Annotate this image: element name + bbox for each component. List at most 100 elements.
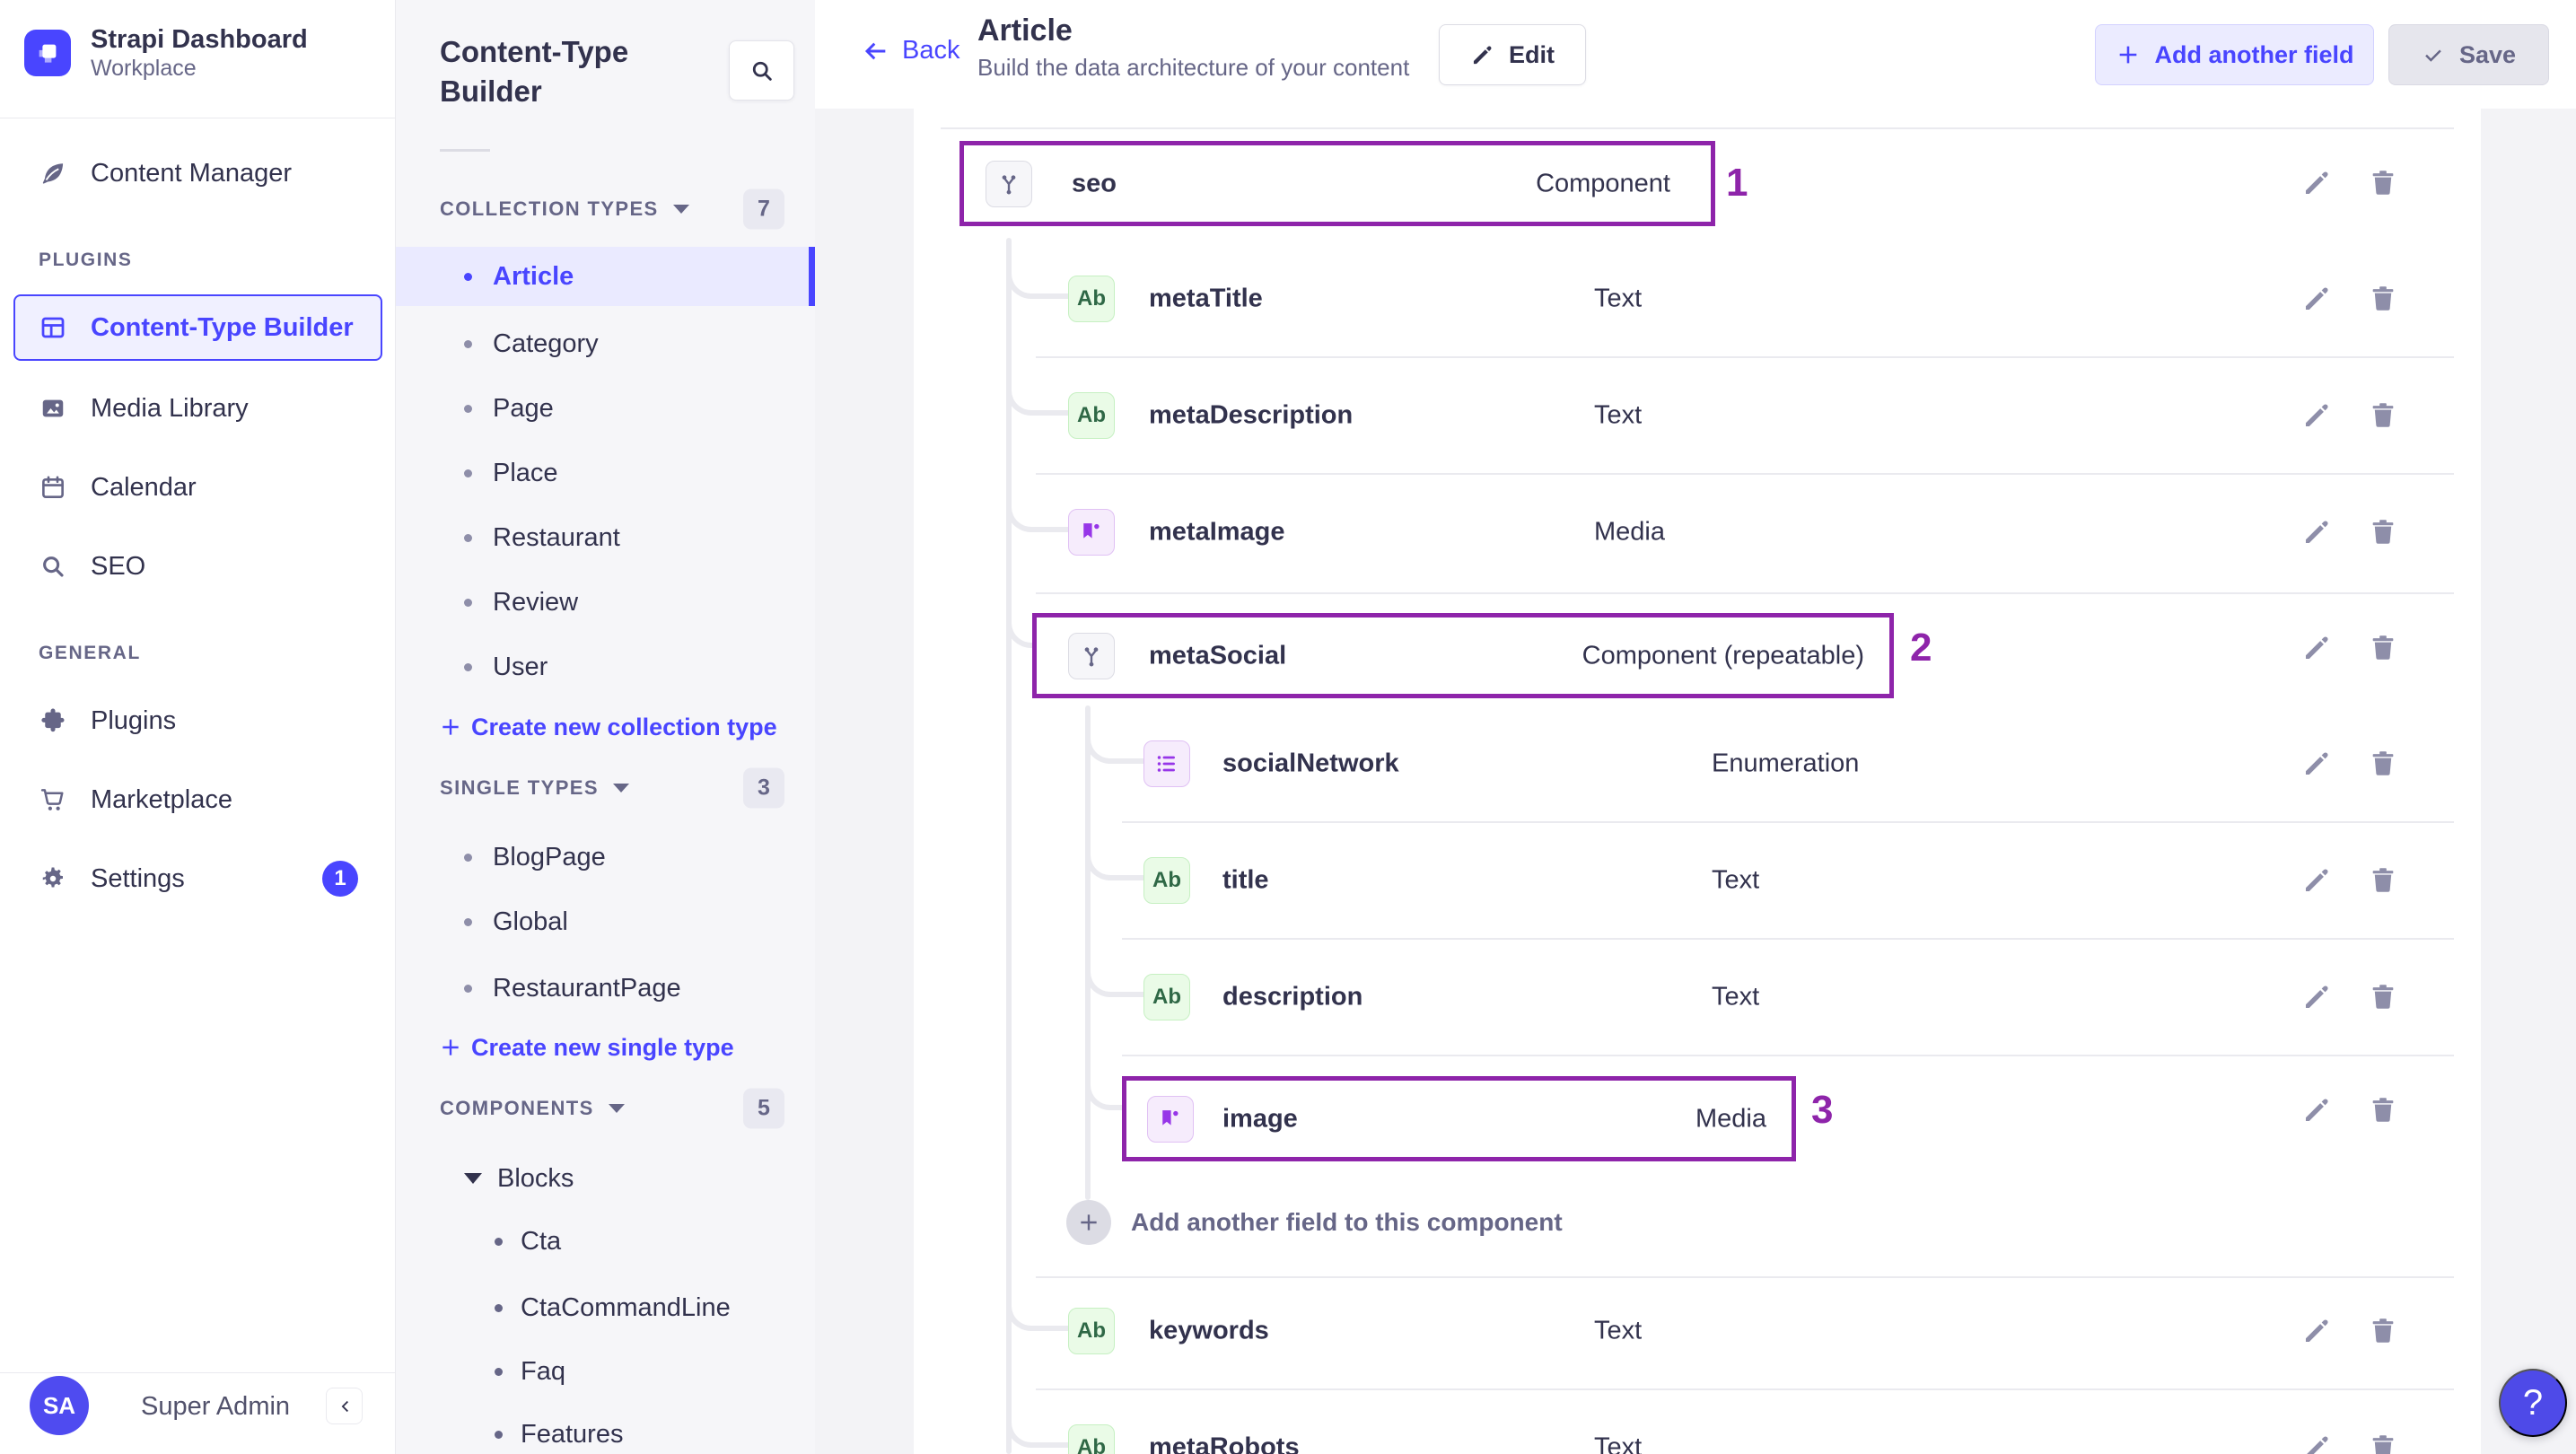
sidebar-item-cta[interactable]: Cta	[396, 1214, 815, 1268]
bullet-icon	[495, 1367, 503, 1376]
edit-field-button[interactable]	[2300, 1094, 2333, 1126]
component-group-blocks[interactable]: Blocks	[396, 1152, 815, 1205]
main-content: Back Article Build the data architecture…	[815, 0, 2576, 1454]
sidebar-item-plugins[interactable]: Plugins	[0, 689, 396, 752]
collapse-sidebar-button[interactable]	[326, 1388, 363, 1424]
sidebar-item-content-type-builder[interactable]: Content-Type Builder	[13, 294, 382, 361]
field-row-metaimage[interactable]: metaImage Media	[914, 474, 2481, 591]
sidebar-item-marketplace[interactable]: Marketplace	[0, 768, 396, 831]
help-button[interactable]: ?	[2499, 1369, 2567, 1437]
divider	[440, 149, 490, 152]
edit-field-button[interactable]	[2300, 283, 2333, 315]
sidebar-item-restaurantpage[interactable]: RestaurantPage	[396, 959, 815, 1018]
sidebar-item-seo[interactable]: SEO	[0, 535, 396, 598]
sidebar-item-calendar[interactable]: Calendar	[0, 456, 396, 519]
edit-field-button[interactable]	[2300, 748, 2333, 780]
sidebar-item-article[interactable]: Article	[396, 247, 815, 306]
component-icon	[986, 160, 1032, 207]
delete-field-button[interactable]	[2367, 516, 2399, 548]
sidebar-item-review[interactable]: Review	[396, 573, 815, 632]
edit-field-button[interactable]	[2300, 399, 2333, 432]
bullet-icon	[495, 1303, 503, 1312]
create-collection-type-link[interactable]: Create new collection type	[396, 700, 815, 754]
calendar-icon	[39, 473, 67, 502]
field-type: Text	[1712, 865, 1760, 895]
avatar[interactable]: SA	[30, 1376, 89, 1435]
field-row-metadescription[interactable]: Ab metaDescription Text	[914, 357, 2481, 474]
sidebar-item-features[interactable]: Features	[396, 1407, 815, 1454]
add-another-field-button[interactable]: Add another field	[2095, 24, 2374, 85]
bullet-icon	[464, 533, 472, 542]
field-type: Enumeration	[1712, 749, 1860, 778]
sidebar-item-restaurant[interactable]: Restaurant	[396, 508, 815, 567]
bullet-icon	[464, 339, 472, 348]
field-row-metatitle[interactable]: Ab metaTitle Text	[914, 241, 2481, 357]
sidebar-item-content-manager[interactable]: Content Manager	[0, 142, 396, 205]
delete-field-button[interactable]	[2367, 1094, 2399, 1126]
delete-field-button[interactable]	[2367, 632, 2399, 664]
sidebar-item-global[interactable]: Global	[396, 892, 815, 951]
strapi-logo-icon	[24, 30, 71, 76]
separator	[941, 127, 2454, 129]
collection-types-header[interactable]: COLLECTION TYPES	[440, 197, 689, 221]
row-actions	[2300, 1315, 2399, 1347]
components-header[interactable]: COMPONENTS	[440, 1097, 625, 1120]
delete-field-button[interactable]	[2367, 748, 2399, 780]
sidebar-item-settings[interactable]: Settings 1	[0, 847, 396, 910]
sidebar-item-place[interactable]: Place	[396, 443, 815, 503]
row-actions	[2300, 981, 2399, 1013]
sidebar-item-label: Marketplace	[91, 784, 232, 814]
text-field-icon: Ab	[1068, 1308, 1115, 1354]
save-button[interactable]: Save	[2388, 24, 2549, 85]
sidebar-item-media-library[interactable]: Media Library	[0, 377, 396, 440]
field-row-title[interactable]: Ab title Text	[914, 822, 2481, 939]
delete-field-button[interactable]	[2367, 399, 2399, 432]
sidebar-item-category[interactable]: Category	[396, 314, 815, 373]
delete-field-button[interactable]	[2367, 981, 2399, 1013]
row-actions	[2300, 864, 2399, 897]
row-actions	[2300, 399, 2399, 432]
sidebar-item-label: Content Manager	[91, 158, 293, 188]
general-section-header: GENERAL	[39, 643, 141, 663]
edit-field-button[interactable]	[2300, 632, 2333, 664]
field-row-metarobots[interactable]: Ab metaRobots Text	[914, 1389, 2481, 1454]
delete-field-button[interactable]	[2367, 1432, 2399, 1454]
sidebar-item-faq[interactable]: Faq	[396, 1345, 815, 1398]
edit-field-button[interactable]	[2300, 981, 2333, 1013]
field-row-keywords[interactable]: Ab keywords Text	[914, 1273, 2481, 1389]
delete-field-button[interactable]	[2367, 864, 2399, 897]
field-row-seo[interactable]: seo Component	[959, 141, 1715, 226]
create-single-type-link[interactable]: Create new single type	[396, 1020, 815, 1074]
delete-field-button[interactable]	[2367, 167, 2399, 199]
divider	[0, 1372, 396, 1373]
field-row-description[interactable]: Ab description Text	[914, 939, 2481, 1055]
search-button[interactable]	[729, 40, 794, 101]
field-row-metasocial[interactable]: metaSocial Component (repeatable)	[1032, 613, 1894, 698]
enumeration-field-icon	[1143, 740, 1190, 787]
back-link[interactable]: Back	[861, 36, 959, 66]
add-field-to-component-button[interactable]: Add another field to this component	[914, 1187, 2170, 1258]
delete-field-button[interactable]	[2367, 1315, 2399, 1347]
edit-field-button[interactable]	[2300, 1432, 2333, 1454]
single-types-header[interactable]: SINGLE TYPES	[440, 776, 629, 800]
field-type: Text	[1712, 982, 1760, 1012]
edit-field-button[interactable]	[2300, 1315, 2333, 1347]
field-row-socialnetwork[interactable]: socialNetwork Enumeration	[914, 705, 2481, 822]
sidebar-item-blogpage[interactable]: BlogPage	[396, 828, 815, 887]
sidebar-item-user[interactable]: User	[396, 637, 815, 696]
sidebar-item-ctacommandline[interactable]: CtaCommandLine	[396, 1281, 815, 1335]
edit-field-button[interactable]	[2300, 167, 2333, 199]
field-row-image[interactable]: image Media	[1122, 1076, 1796, 1161]
edit-field-button[interactable]	[2300, 864, 2333, 897]
field-name: image	[1222, 1104, 1298, 1133]
components-section: COMPONENTS 5	[396, 1087, 815, 1130]
sidebar-item-page[interactable]: Page	[396, 379, 815, 438]
plugins-section-header: PLUGINS	[39, 250, 133, 270]
delete-field-button[interactable]	[2367, 283, 2399, 315]
workspace-switcher[interactable]: Strapi Dashboard Workplace	[24, 24, 308, 82]
row-actions	[2300, 516, 2399, 548]
chevron-down-icon	[612, 784, 629, 793]
edit-field-button[interactable]	[2300, 516, 2333, 548]
collection-types-count: 7	[743, 188, 784, 230]
edit-button[interactable]: Edit	[1439, 24, 1586, 85]
